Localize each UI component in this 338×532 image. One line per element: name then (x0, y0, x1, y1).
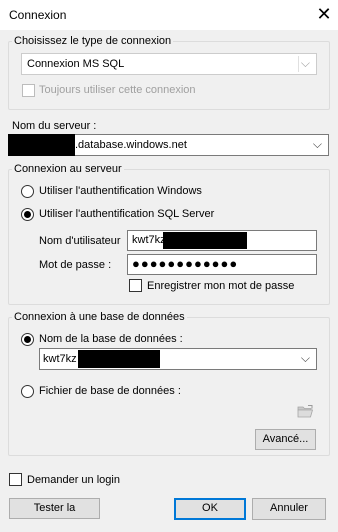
ok-button[interactable]: OK (174, 498, 246, 520)
database-file-radio[interactable] (21, 385, 34, 398)
chevron-down-icon: ⌵ (300, 56, 310, 70)
always-use-label: Toujours utiliser cette connexion (39, 84, 196, 96)
windows-auth-label: Utiliser l'authentification Windows (39, 185, 202, 197)
username-field[interactable]: kwt7kz (127, 230, 317, 251)
windows-auth-radio[interactable] (21, 185, 34, 198)
database-name-select[interactable]: kwt7kz ⌵ (39, 348, 317, 370)
password-label: Mot de passe : (39, 259, 112, 271)
sql-auth-label: Utiliser l'authentification SQL Server (39, 208, 215, 220)
password-field[interactable]: ●●●●●●●●●●●● (127, 254, 317, 275)
database-name-value: kwt7kz (43, 353, 77, 365)
database-name-label: Nom de la base de données : (39, 333, 183, 345)
database-legend: Connexion à une base de données (14, 311, 185, 323)
chevron-down-icon: ⌵ (312, 137, 322, 151)
connection-type-value: Connexion MS SQL (27, 58, 125, 70)
redacted-username (163, 232, 247, 249)
always-use-checkbox[interactable] (22, 84, 35, 97)
open-folder-icon[interactable] (297, 404, 315, 419)
redacted-database-name (78, 350, 160, 368)
title-bar: Connexion ✕ (0, 0, 338, 30)
database-file-label: Fichier de base de données : (39, 385, 181, 397)
server-name-select[interactable]: .database.windows.net ⌵ (8, 134, 329, 156)
auth-legend: Connexion au serveur (14, 163, 122, 175)
connection-type-legend: Choisissez le type de connexion (14, 35, 172, 47)
close-icon[interactable]: ✕ (312, 3, 336, 27)
database-name-radio[interactable] (21, 333, 34, 346)
sql-auth-radio[interactable] (21, 208, 34, 221)
username-value: kwt7kz (132, 234, 166, 246)
test-button[interactable]: Tester la (9, 498, 100, 519)
server-name-label: Nom du serveur : (12, 120, 97, 132)
window-title: Connexion (9, 8, 67, 22)
advanced-button[interactable]: Avancé... (255, 429, 316, 450)
remember-password-checkbox[interactable] (129, 279, 142, 292)
server-name-value: .database.windows.net (75, 139, 187, 151)
redacted-server-prefix (8, 134, 75, 156)
ask-login-label: Demander un login (27, 474, 120, 486)
password-value: ●●●●●●●●●●●● (132, 256, 239, 271)
username-label: Nom d'utilisateur (39, 235, 121, 247)
cancel-button[interactable]: Annuler (252, 498, 326, 520)
remember-password-label: Enregistrer mon mot de passe (147, 280, 295, 292)
connection-type-select[interactable]: Connexion MS SQL ⌵ (21, 53, 317, 75)
chevron-down-icon: ⌵ (300, 351, 310, 365)
ask-login-checkbox[interactable] (9, 473, 22, 486)
